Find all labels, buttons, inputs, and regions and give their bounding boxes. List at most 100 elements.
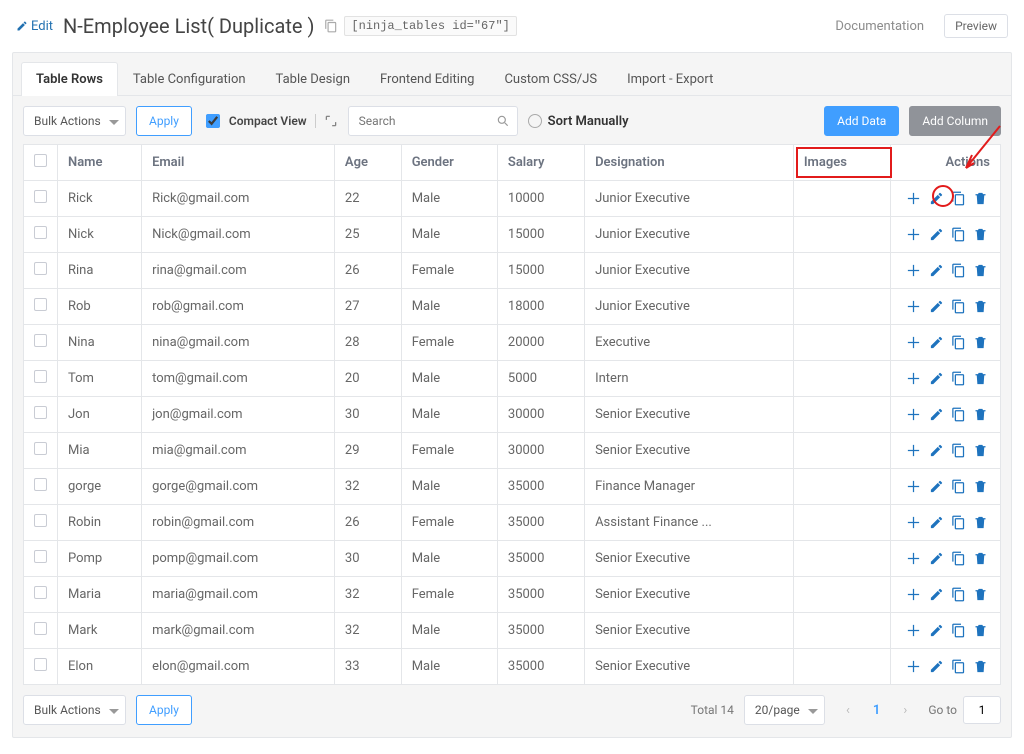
bulk-actions-select-bottom[interactable]: Bulk Actions <box>23 695 126 725</box>
duplicate-icon[interactable] <box>951 335 966 350</box>
row-checkbox[interactable] <box>34 586 47 599</box>
per-page-select[interactable]: 20/page <box>744 695 825 725</box>
compact-view-checkbox[interactable] <box>206 114 220 128</box>
col-age[interactable]: Age <box>334 145 401 181</box>
pager-current[interactable]: 1 <box>867 703 886 718</box>
duplicate-icon[interactable] <box>951 299 966 314</box>
add-data-button[interactable]: Add Data <box>824 106 899 136</box>
duplicate-icon[interactable] <box>951 623 966 638</box>
select-all-checkbox[interactable] <box>34 154 47 167</box>
tab-frontend-editing[interactable]: Frontend Editing <box>365 62 489 96</box>
add-icon[interactable] <box>906 227 921 242</box>
documentation-link[interactable]: Documentation <box>835 19 924 34</box>
col-salary[interactable]: Salary <box>497 145 584 181</box>
edit-icon[interactable] <box>929 515 944 530</box>
row-checkbox[interactable] <box>34 298 47 311</box>
delete-icon[interactable] <box>973 227 988 242</box>
preview-button[interactable]: Preview <box>944 14 1008 38</box>
row-checkbox[interactable] <box>34 262 47 275</box>
search-input[interactable] <box>348 106 518 136</box>
col-name[interactable]: Name <box>58 145 142 181</box>
delete-icon[interactable] <box>973 335 988 350</box>
edit-icon[interactable] <box>929 191 944 206</box>
edit-icon[interactable] <box>929 263 944 278</box>
edit-icon[interactable] <box>929 479 944 494</box>
col-images[interactable]: Images <box>793 145 890 181</box>
duplicate-icon[interactable] <box>951 191 966 206</box>
duplicate-icon[interactable] <box>951 227 966 242</box>
edit-icon[interactable] <box>929 659 944 674</box>
add-icon[interactable] <box>906 407 921 422</box>
goto-input[interactable] <box>963 696 1001 724</box>
sort-manually-radio[interactable] <box>528 114 542 128</box>
add-icon[interactable] <box>906 587 921 602</box>
duplicate-icon[interactable] <box>951 371 966 386</box>
edit-link[interactable]: Edit <box>16 19 53 34</box>
add-icon[interactable] <box>906 299 921 314</box>
edit-icon[interactable] <box>929 551 944 566</box>
row-checkbox[interactable] <box>34 622 47 635</box>
edit-icon[interactable] <box>929 335 944 350</box>
tab-table-configuration[interactable]: Table Configuration <box>118 62 261 96</box>
tab-table-rows[interactable]: Table Rows <box>21 62 118 96</box>
row-checkbox[interactable] <box>34 406 47 419</box>
duplicate-icon[interactable] <box>951 515 966 530</box>
apply-button[interactable]: Apply <box>136 106 192 136</box>
delete-icon[interactable] <box>973 371 988 386</box>
row-checkbox[interactable] <box>34 478 47 491</box>
add-icon[interactable] <box>906 371 921 386</box>
edit-icon[interactable] <box>929 299 944 314</box>
add-column-button[interactable]: Add Column <box>909 106 1001 136</box>
edit-icon[interactable] <box>929 371 944 386</box>
row-checkbox[interactable] <box>34 370 47 383</box>
duplicate-icon[interactable] <box>951 587 966 602</box>
delete-icon[interactable] <box>973 515 988 530</box>
add-icon[interactable] <box>906 443 921 458</box>
col-email[interactable]: Email <box>142 145 335 181</box>
duplicate-icon[interactable] <box>951 407 966 422</box>
col-gender[interactable]: Gender <box>401 145 497 181</box>
delete-icon[interactable] <box>973 659 988 674</box>
row-checkbox[interactable] <box>34 442 47 455</box>
row-checkbox[interactable] <box>34 658 47 671</box>
row-checkbox[interactable] <box>34 190 47 203</box>
duplicate-icon[interactable] <box>951 551 966 566</box>
row-checkbox[interactable] <box>34 550 47 563</box>
tab-import-export[interactable]: Import - Export <box>612 62 728 96</box>
delete-icon[interactable] <box>973 191 988 206</box>
edit-icon[interactable] <box>929 623 944 638</box>
edit-icon[interactable] <box>929 227 944 242</box>
tab-table-design[interactable]: Table Design <box>261 62 365 96</box>
row-checkbox[interactable] <box>34 334 47 347</box>
add-icon[interactable] <box>906 551 921 566</box>
shortcode[interactable]: [ninja_tables id="67"] <box>324 16 516 36</box>
delete-icon[interactable] <box>973 263 988 278</box>
pager-next[interactable]: › <box>892 696 918 724</box>
compact-view-toggle[interactable]: Compact View <box>202 111 338 131</box>
duplicate-icon[interactable] <box>951 443 966 458</box>
delete-icon[interactable] <box>973 407 988 422</box>
edit-icon[interactable] <box>929 407 944 422</box>
delete-icon[interactable] <box>973 587 988 602</box>
sort-manually-toggle[interactable]: Sort Manually <box>528 114 629 129</box>
apply-button-bottom[interactable]: Apply <box>136 695 192 725</box>
edit-icon[interactable] <box>929 587 944 602</box>
add-icon[interactable] <box>906 659 921 674</box>
duplicate-icon[interactable] <box>951 659 966 674</box>
duplicate-icon[interactable] <box>951 263 966 278</box>
add-icon[interactable] <box>906 479 921 494</box>
edit-icon[interactable] <box>929 443 944 458</box>
add-icon[interactable] <box>906 263 921 278</box>
expand-icon[interactable] <box>324 114 338 128</box>
pager-prev[interactable]: ‹ <box>835 696 861 724</box>
row-checkbox[interactable] <box>34 226 47 239</box>
delete-icon[interactable] <box>973 551 988 566</box>
delete-icon[interactable] <box>973 479 988 494</box>
bulk-actions-select[interactable]: Bulk Actions <box>23 106 126 136</box>
row-checkbox[interactable] <box>34 514 47 527</box>
delete-icon[interactable] <box>973 299 988 314</box>
add-icon[interactable] <box>906 335 921 350</box>
delete-icon[interactable] <box>973 443 988 458</box>
add-icon[interactable] <box>906 623 921 638</box>
tab-custom-css-js[interactable]: Custom CSS/JS <box>489 62 612 96</box>
